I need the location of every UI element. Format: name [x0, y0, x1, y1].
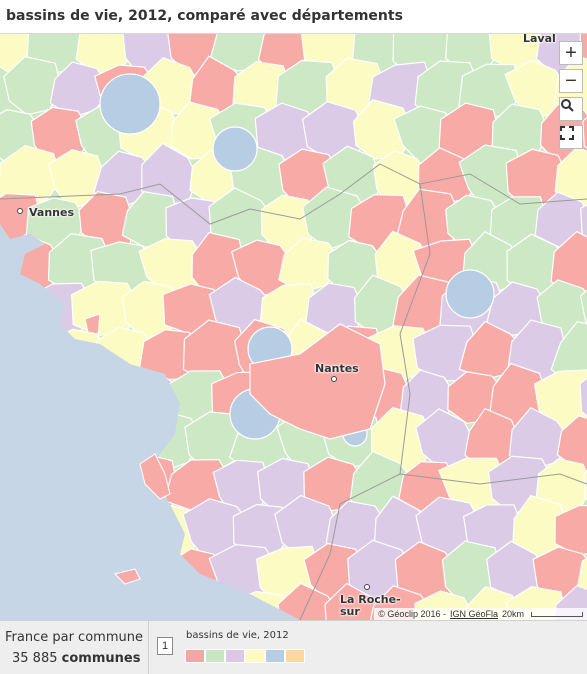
- city-label-vannes: Vannes: [29, 206, 75, 219]
- map-region[interactable]: [50, 590, 112, 620]
- layer-number[interactable]: 1: [157, 637, 173, 655]
- footer-panel: France par commune 35 885 communes 1 bas…: [0, 620, 587, 674]
- fullscreen-icon: [560, 126, 574, 140]
- map-region[interactable]: [0, 503, 68, 562]
- zoom-out-button[interactable]: −: [559, 69, 583, 93]
- city-dot-la-roche: [364, 584, 370, 590]
- map-title: bassins de vie, 2012, comparé avec dépar…: [6, 8, 403, 24]
- map-region[interactable]: [70, 452, 134, 522]
- legend-swatches: [185, 649, 305, 663]
- map-area[interactable]: Laval Vannes Nantes La Roche- sur + − © …: [0, 34, 587, 620]
- map-region[interactable]: [445, 269, 495, 319]
- attribution: © Géoclip 2016 - IGN GéoFla 20km: [374, 608, 587, 620]
- scale-label: 20km: [501, 609, 524, 619]
- map-region[interactable]: [44, 501, 112, 564]
- territory-label: France par commune: [5, 630, 143, 645]
- map-canvas[interactable]: [0, 34, 587, 620]
- fullscreen-button[interactable]: [559, 125, 583, 149]
- legend-swatch: [185, 649, 205, 663]
- map-region[interactable]: [0, 415, 61, 469]
- zoom-in-button[interactable]: +: [559, 41, 583, 65]
- city-dot-vannes: [17, 208, 23, 214]
- map-region[interactable]: [0, 364, 45, 430]
- map-region[interactable]: [25, 369, 88, 424]
- map-region[interactable]: [94, 501, 158, 559]
- map-region[interactable]: [0, 277, 42, 342]
- search-icon: [561, 99, 574, 112]
- map-region[interactable]: [2, 326, 70, 380]
- city-label-nantes: Nantes: [315, 362, 359, 375]
- map-region[interactable]: [2, 587, 63, 620]
- map-region[interactable]: [99, 73, 161, 135]
- map-region[interactable]: [24, 546, 91, 604]
- map-region[interactable]: [32, 459, 98, 518]
- map-region[interactable]: [137, 587, 202, 620]
- map-region[interactable]: [0, 542, 48, 601]
- header: bassins de vie, 2012, comparé avec dépar…: [0, 0, 587, 34]
- territory-selector[interactable]: France par commune 35 885 communes: [0, 621, 149, 674]
- map-region[interactable]: [188, 587, 245, 620]
- island-region[interactable]: [114, 568, 141, 585]
- map-region[interactable]: [212, 126, 258, 172]
- map-region[interactable]: [49, 415, 115, 473]
- legend-swatch: [245, 649, 265, 663]
- map-region[interactable]: [0, 460, 48, 512]
- count-value: 35 885: [12, 651, 58, 666]
- legend-swatch: [205, 649, 225, 663]
- attribution-text: © Géoclip 2016 -: [378, 609, 446, 619]
- city-dot-nantes: [331, 376, 337, 382]
- map-region[interactable]: [73, 364, 136, 423]
- legend-title: bassins de vie, 2012: [186, 630, 289, 641]
- legend-swatch: [265, 649, 285, 663]
- scale-bar: [531, 611, 583, 617]
- commune-count: 35 885 communes: [12, 651, 140, 666]
- map-region[interactable]: [95, 584, 163, 620]
- legend-swatch: [225, 649, 245, 663]
- count-unit: communes: [61, 651, 141, 666]
- attribution-link[interactable]: IGN GéoFla: [450, 609, 498, 619]
- search-button[interactable]: [559, 97, 583, 121]
- legend-swatch: [285, 649, 305, 663]
- city-label-laval: Laval: [523, 34, 556, 45]
